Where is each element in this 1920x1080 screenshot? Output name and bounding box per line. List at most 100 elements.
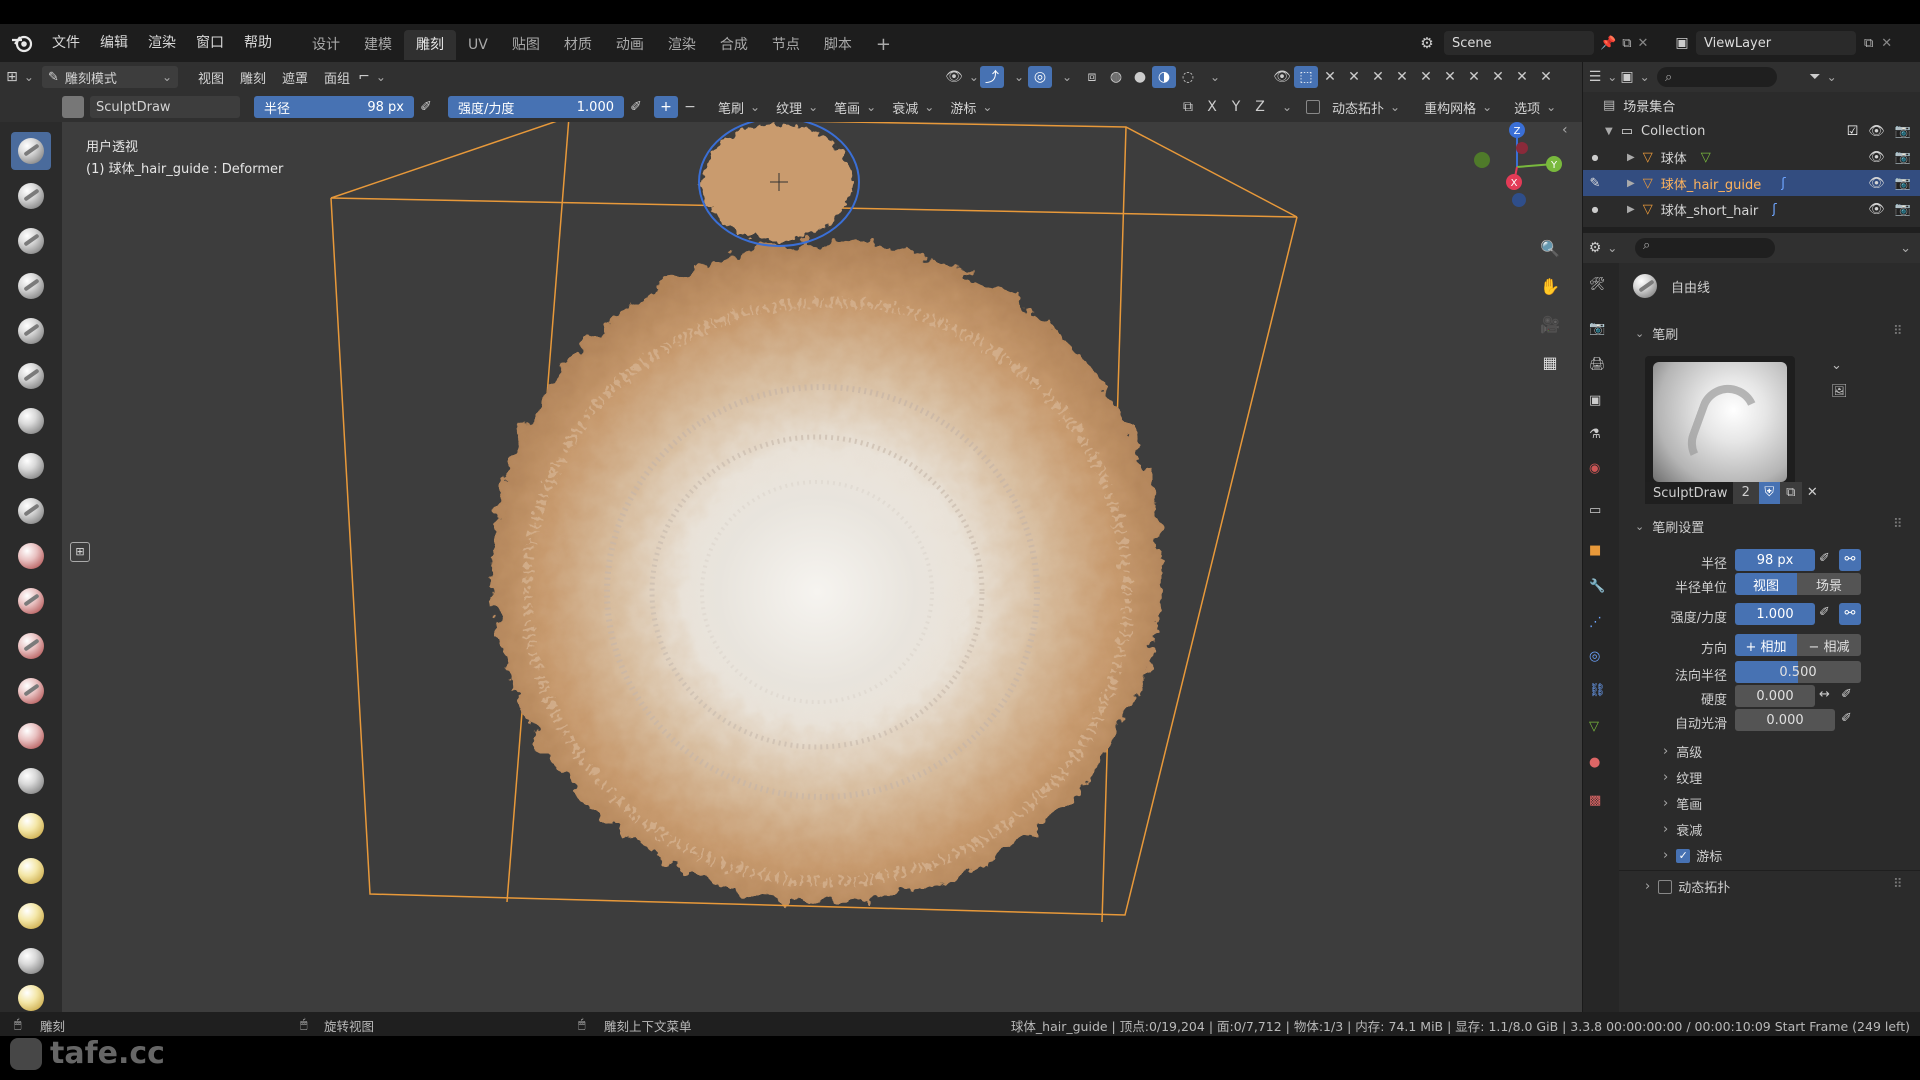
sidebar-toggle-icon[interactable]: ‹ <box>1562 122 1582 142</box>
brush-users-count[interactable]: 2 <box>1733 482 1759 504</box>
lock-x-icon[interactable]: ✕ <box>1390 66 1414 88</box>
particles-tab-icon[interactable]: ⋰ <box>1589 615 1602 630</box>
new-scene-icon[interactable]: ⧉ <box>1622 36 1631 51</box>
render-tab-icon[interactable]: 📷 <box>1589 321 1605 336</box>
close-viewlayer-icon[interactable]: ✕ <box>1881 36 1892 51</box>
tab-shading[interactable]: 材质 <box>552 30 604 60</box>
tool-smooth[interactable] <box>11 537 51 575</box>
menu-sculpt[interactable]: 雕刻 <box>234 66 272 88</box>
constraints-tab-icon[interactable]: ⛓ <box>1589 683 1606 698</box>
outliner-collection[interactable]: ▼ ▭ Collection ☑ 👁 📷 <box>1583 118 1920 144</box>
tool-layer[interactable] <box>11 357 51 395</box>
tool-blob[interactable] <box>11 447 51 485</box>
tool-tab-icon[interactable]: 🛠 <box>1589 277 1606 292</box>
physics-tab-icon[interactable]: ◎ <box>1589 649 1600 664</box>
gizmo-toggle-icon[interactable]: ⤴ <box>980 66 1004 88</box>
tool-crease[interactable] <box>11 492 51 530</box>
strength-pressure-icon[interactable]: ✐ <box>624 96 648 118</box>
tool-elastic-deform[interactable] <box>11 852 51 890</box>
texture-dropdown[interactable]: 纹理 <box>770 96 824 118</box>
expand-arrow-icon[interactable]: ▶ <box>1627 152 1635 163</box>
camera-icon[interactable]: 📷 <box>1895 124 1911 139</box>
tool-flatten[interactable] <box>11 582 51 620</box>
pan-hand-icon[interactable]: ✋ <box>1536 272 1564 300</box>
remesh-dropdown[interactable]: 重构网格 <box>1418 96 1498 118</box>
overlay-toggle-icon[interactable]: ◎ <box>1028 66 1052 88</box>
brush-settings-header[interactable]: ⌄ 笔刷设置 <box>1635 517 1704 536</box>
tab-geometry-nodes[interactable]: 节点 <box>760 30 812 60</box>
unit-view-button[interactable]: 视图 <box>1735 573 1797 595</box>
checkbox-icon[interactable]: ☑ <box>1847 124 1859 139</box>
gizmo-neg-x-axis[interactable] <box>1516 142 1528 154</box>
navigation-gizmo[interactable]: Z Y X <box>1462 122 1572 222</box>
lock-z-icon[interactable]: ✕ <box>1438 66 1462 88</box>
dyntopo-checkbox[interactable] <box>1306 100 1320 114</box>
tab-modeling[interactable]: 建模 <box>352 30 404 60</box>
xray-icon[interactable]: ⧈ <box>1080 66 1104 88</box>
unit-scene-button[interactable]: 场景 <box>1797 573 1861 595</box>
camera-icon[interactable]: 📷 <box>1895 150 1911 165</box>
mirror-y-icon[interactable]: ✕ <box>1342 66 1366 88</box>
editor-type-icon[interactable]: ⊞ <box>6 66 32 88</box>
pressure-icon[interactable]: ✐ <box>1841 687 1852 702</box>
rendered-shading-icon[interactable]: ◌ <box>1176 66 1200 88</box>
tile-y-icon[interactable]: ✕ <box>1486 66 1510 88</box>
properties-search[interactable]: ⌕ <box>1635 238 1775 258</box>
axis-y-toggle[interactable]: Y <box>1224 96 1248 118</box>
direction-add-icon[interactable]: + <box>654 96 678 118</box>
eye-icon[interactable]: 👁 <box>1868 124 1885 139</box>
gizmo-neg-y-axis[interactable] <box>1474 152 1490 168</box>
advanced-subpanel[interactable]: › 高级 <box>1663 742 1702 761</box>
tool-clay-thumb[interactable] <box>11 312 51 350</box>
mirror-z-icon[interactable]: ✕ <box>1366 66 1390 88</box>
viewlayer-selector[interactable]: ▣ ViewLayer ⧉ ✕ <box>1668 31 1920 55</box>
hardness-field[interactable]: 0.000 <box>1735 685 1815 707</box>
scene-selector[interactable]: ⚙ Scene 📌 ⧉ ✕ <box>1410 31 1650 55</box>
duplicate-icon[interactable]: ⧉ <box>1780 482 1802 504</box>
eye-icon[interactable]: 👁 <box>1868 150 1885 165</box>
strength-field[interactable]: 1.000 <box>1735 603 1815 625</box>
collection-tab-icon[interactable]: ▭ <box>1589 503 1601 518</box>
camera-icon[interactable]: 📷 <box>1895 202 1911 217</box>
expand-arrow-icon[interactable]: ▶ <box>1627 178 1635 189</box>
tab-uv[interactable]: UV <box>456 30 500 60</box>
shading-menu-icon[interactable] <box>1200 66 1224 88</box>
brush-preview[interactable] <box>1645 356 1795 486</box>
cursor-dropdown[interactable]: 游标 <box>944 96 998 118</box>
tab-texture-paint[interactable]: 贴图 <box>500 30 552 60</box>
3d-viewport[interactable]: 用户透视 (1) 球体_hair_guide : Deformer ⊞ Z Y … <box>62 122 1582 1012</box>
overlay-menu-icon[interactable] <box>1052 66 1076 88</box>
material-tab-icon[interactable]: ● <box>1589 755 1600 770</box>
gizmo-menu-icon[interactable] <box>1004 66 1028 88</box>
menu-mask[interactable]: 遮罩 <box>276 66 314 88</box>
menu-window[interactable]: 窗口 <box>186 24 234 62</box>
radius-pressure-icon[interactable]: ✐ <box>414 96 438 118</box>
tool-inflate[interactable] <box>11 402 51 440</box>
close-icon[interactable]: ✕ <box>1637 36 1648 51</box>
falloff-dropdown[interactable]: 衰减 <box>886 96 940 118</box>
stroke-subpanel[interactable]: › 笔画 <box>1663 794 1702 813</box>
camera-view-icon[interactable]: 🎥 <box>1536 310 1564 338</box>
expand-arrow-icon[interactable]: ▶ <box>1627 204 1635 215</box>
solid-shading-icon[interactable]: ● <box>1128 66 1152 88</box>
output-tab-icon[interactable]: 🖨 <box>1589 357 1606 372</box>
dyntopo-panel[interactable]: › 动态拓扑 <box>1645 877 1730 896</box>
zoom-icon[interactable]: 🔍 <box>1536 234 1564 262</box>
blender-logo-icon[interactable] <box>10 31 34 55</box>
chevron-down-icon[interactable]: ⌄ <box>1900 241 1911 256</box>
menu-render[interactable]: 渲染 <box>138 24 186 62</box>
outliner-editor-icon[interactable]: ☰ <box>1589 66 1615 88</box>
tile-x-icon[interactable]: ✕ <box>1462 66 1486 88</box>
world-tab-icon[interactable]: ◉ <box>1589 461 1600 476</box>
chevron-down-icon[interactable]: ⌄ <box>1831 358 1842 373</box>
brush-dropdown[interactable]: 笔刷 <box>712 96 766 118</box>
add-workspace-button[interactable]: + <box>864 30 903 60</box>
tab-compositing[interactable]: 合成 <box>708 30 760 60</box>
outliner-object-row[interactable]: ● ▶ ▽ 球体 ▽ 👁 📷 <box>1583 144 1920 170</box>
gizmo-neg-z-axis[interactable] <box>1512 193 1526 207</box>
drag-handle-icon[interactable]: ⠿ <box>1893 877 1903 892</box>
symmetry-icon[interactable]: ⌐ <box>358 66 384 88</box>
cursor-checkbox[interactable]: ✓ <box>1676 848 1691 863</box>
tool-clay-strips[interactable] <box>11 267 51 305</box>
modifier-tab-icon[interactable]: 🔧 <box>1589 579 1605 594</box>
